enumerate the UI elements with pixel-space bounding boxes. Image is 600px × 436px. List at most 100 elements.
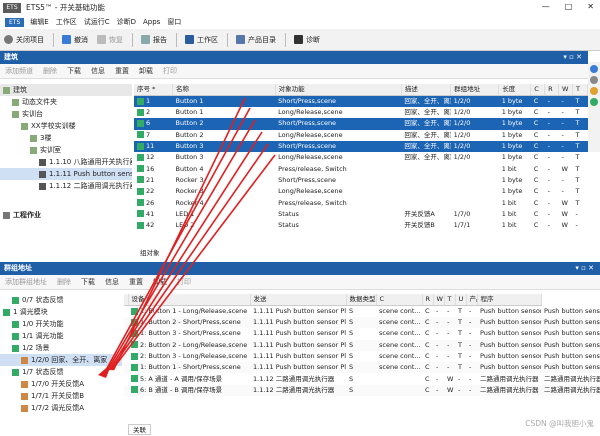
- table-row[interactable]: 1Button 1Short/Press,scene回家、全开、离家1/2/01…: [134, 95, 588, 107]
- column-header[interactable]: 设备 *: [128, 294, 251, 306]
- print-button[interactable]: 打印: [163, 66, 177, 76]
- comments-icon[interactable]: [590, 76, 598, 84]
- help-icon[interactable]: [590, 87, 598, 95]
- table-row[interactable]: 1: Button 3 - Short/Press,scene 1.1.11 Pu…: [124, 328, 600, 339]
- column-header[interactable]: T: [444, 294, 456, 306]
- table-row[interactable]: 16 Button 4 Press/release, Switch 1 bit C - W T: [134, 163, 588, 174]
- table-row[interactable]: 1: Button 2 - Short/Press,scene 1.1.11 Pu…: [124, 317, 600, 329]
- tab-group-objects[interactable]: 组对象: [140, 247, 160, 257]
- minimize-button[interactable]: —: [542, 2, 550, 11]
- column-header[interactable]: 群组地址: [450, 84, 500, 96]
- undo-button[interactable]: 撤消: [62, 35, 88, 45]
- delete-button-bottom[interactable]: 删除: [57, 277, 71, 287]
- tree-footer-projects[interactable]: 工程作业: [0, 209, 132, 221]
- column-header[interactable]: W: [558, 84, 573, 96]
- close-project-button[interactable]: 关闭项目: [4, 35, 44, 45]
- building-tree-item[interactable]: 动态文件夹: [0, 96, 132, 108]
- diagnostics-button[interactable]: 诊断: [294, 35, 320, 45]
- table-row[interactable]: 5: A 通道 - A 调用/保存场景 1.1.12 二路通用调光执行器 S C - W -…: [124, 373, 600, 384]
- properties-icon[interactable]: [590, 65, 598, 73]
- building-tree-item[interactable]: 实训台: [0, 108, 132, 120]
- download-button[interactable]: 下载: [67, 66, 81, 76]
- table-row[interactable]: 2: Button 2 - Long/Release,scene 1.1.11 P…: [124, 339, 600, 351]
- menu-workspace[interactable]: 工作区: [56, 17, 77, 27]
- building-tree-item[interactable]: 1.1.11 Push button sensor P...: [0, 168, 132, 180]
- reset-button[interactable]: 重置: [115, 66, 129, 76]
- info-button-bottom[interactable]: 信息: [105, 277, 119, 287]
- panel-controls[interactable]: ▾ ▫ ✕: [563, 51, 582, 64]
- menu-commissioning[interactable]: 试运行C: [84, 17, 110, 27]
- table-row[interactable]: 41 LED 1 Status 开关反馈A 1/7/0 1 bit C - W -: [134, 209, 588, 220]
- column-header[interactable]: R: [544, 84, 560, 96]
- ets-menu-button[interactable]: ETS: [5, 17, 25, 27]
- column-header[interactable]: 发送: [250, 294, 347, 306]
- group-tree-item[interactable]: 1 调光模块: [0, 306, 122, 318]
- add-channel-button[interactable]: 添加频道: [5, 66, 33, 76]
- tab-associations[interactable]: 关联: [128, 424, 151, 435]
- unload-button-bottom[interactable]: 卸载: [153, 277, 167, 287]
- redo-button[interactable]: 恢复: [97, 35, 123, 45]
- table-row[interactable]: 26 Rocker 4 Press/release, Switch 1 bit C - W T: [134, 197, 588, 208]
- column-header[interactable]: 产品: [466, 294, 478, 306]
- workspace-button[interactable]: 工作区: [185, 35, 218, 45]
- group-object-icon: [137, 199, 144, 207]
- building-tree-item[interactable]: 1.1.10 八路通用开关执行器: [0, 156, 132, 168]
- column-header[interactable]: 程序: [477, 294, 542, 306]
- menu-edit[interactable]: 编辑E: [30, 17, 48, 27]
- status-icon[interactable]: [590, 98, 598, 106]
- building-tree-item[interactable]: 建筑: [0, 84, 132, 96]
- group-tree-item[interactable]: 0/7 状态反馈: [0, 294, 122, 306]
- column-header[interactable]: W: [433, 294, 445, 306]
- group-tree-item[interactable]: 1/1 调光功能: [0, 330, 122, 342]
- column-header[interactable]: C: [376, 294, 423, 306]
- table-row[interactable]: 22 Rocker 3 Long/Release,scene 1 byte C - - T: [134, 186, 588, 197]
- column-header[interactable]: 数据类型: [346, 294, 377, 306]
- group-tree-item[interactable]: 1/0 开关功能: [0, 318, 122, 330]
- add-group-address-button[interactable]: 添加群组地址: [5, 277, 47, 287]
- group-tree-item[interactable]: 1/7 状态反馈: [0, 366, 122, 378]
- table-row[interactable]: 1: Button 1 - Short/Press,scene 1.1.11 Pu…: [124, 362, 600, 374]
- column-header[interactable]: 对象功能: [275, 84, 402, 96]
- group-tree-item[interactable]: 1/2/0 回家、全开、离家: [0, 354, 122, 366]
- table-row[interactable]: 21 Rocker 3 Short/Press,scene 1 byte C - - T: [134, 175, 588, 186]
- catalog-button[interactable]: 产品目录: [236, 35, 276, 45]
- table-row[interactable]: 2: Button 3 - Long/Release,scene 1.1.11 P…: [124, 351, 600, 362]
- building-tree-item[interactable]: 3楼: [0, 132, 132, 144]
- column-header[interactable]: U: [455, 294, 467, 306]
- table-row[interactable]: 42 LED 2 Status 开关反馈B 1/7/1 1 bit C - W -: [134, 220, 588, 231]
- delete-button[interactable]: 删除: [43, 66, 57, 76]
- column-header[interactable]: T: [572, 84, 589, 96]
- table-row[interactable]: 12Button 3Long/Release,scene回家、全开、离家1/2/…: [134, 152, 588, 163]
- print-button-bottom[interactable]: 打印: [177, 277, 191, 287]
- reset-button-bottom[interactable]: 重置: [129, 277, 143, 287]
- table-row[interactable]: 6Button 2Short/Press,scene回家、全开、离家1/2/01…: [134, 118, 588, 130]
- column-header[interactable]: 名称: [172, 84, 276, 96]
- group-tree-item[interactable]: 1/7/0 开关反馈A: [0, 378, 122, 390]
- group-tree-item[interactable]: 1/7/1 开关反馈B: [0, 390, 122, 402]
- building-tree-item[interactable]: XX学校实训楼: [0, 120, 132, 132]
- column-header[interactable]: R: [422, 294, 434, 306]
- table-row[interactable]: 1: Button 1 - Long/Release,scene 1.1.11 P…: [124, 306, 600, 318]
- column-header[interactable]: 描述: [401, 84, 452, 96]
- building-tree-item[interactable]: 1.1.12 二路通用调光执行器: [0, 180, 132, 192]
- column-header[interactable]: C: [530, 84, 546, 96]
- group-tree-item[interactable]: 1/2 场景: [0, 342, 122, 354]
- menu-window[interactable]: 窗口: [167, 17, 181, 27]
- maximize-button[interactable]: □: [565, 2, 573, 11]
- table-row[interactable]: 7Button 2Long/Release,scene回家、全开、离家1/2/0…: [134, 130, 588, 141]
- table-row[interactable]: 2Button 1Long/Release,scene回家、全开、离家1/2/0…: [134, 107, 588, 118]
- table-row[interactable]: 6: B 通道 - B 调用/保存场景 1.1.12 二路通用调光执行器 S C - W -…: [124, 384, 600, 397]
- menu-apps[interactable]: Apps: [143, 18, 160, 26]
- column-header[interactable]: 序号 *: [134, 84, 173, 96]
- table-row[interactable]: 11Button 3Short/Press,scene回家、全开、离家1/2/0…: [134, 140, 588, 153]
- download-button-bottom[interactable]: 下载: [81, 277, 95, 287]
- unload-button[interactable]: 卸载: [139, 66, 153, 76]
- report-button[interactable]: 报告: [141, 35, 167, 45]
- group-tree-item[interactable]: 1/7/2 调光反馈A: [0, 402, 122, 414]
- close-button[interactable]: ✕: [587, 2, 594, 11]
- column-header[interactable]: 长度: [498, 84, 532, 96]
- building-tree-item[interactable]: 实训室: [0, 144, 132, 156]
- info-button[interactable]: 信息: [91, 66, 105, 76]
- panel-controls-bottom[interactable]: ▾ ▫ ✕: [575, 262, 594, 275]
- menu-diagnostics[interactable]: 诊断D: [117, 17, 136, 27]
